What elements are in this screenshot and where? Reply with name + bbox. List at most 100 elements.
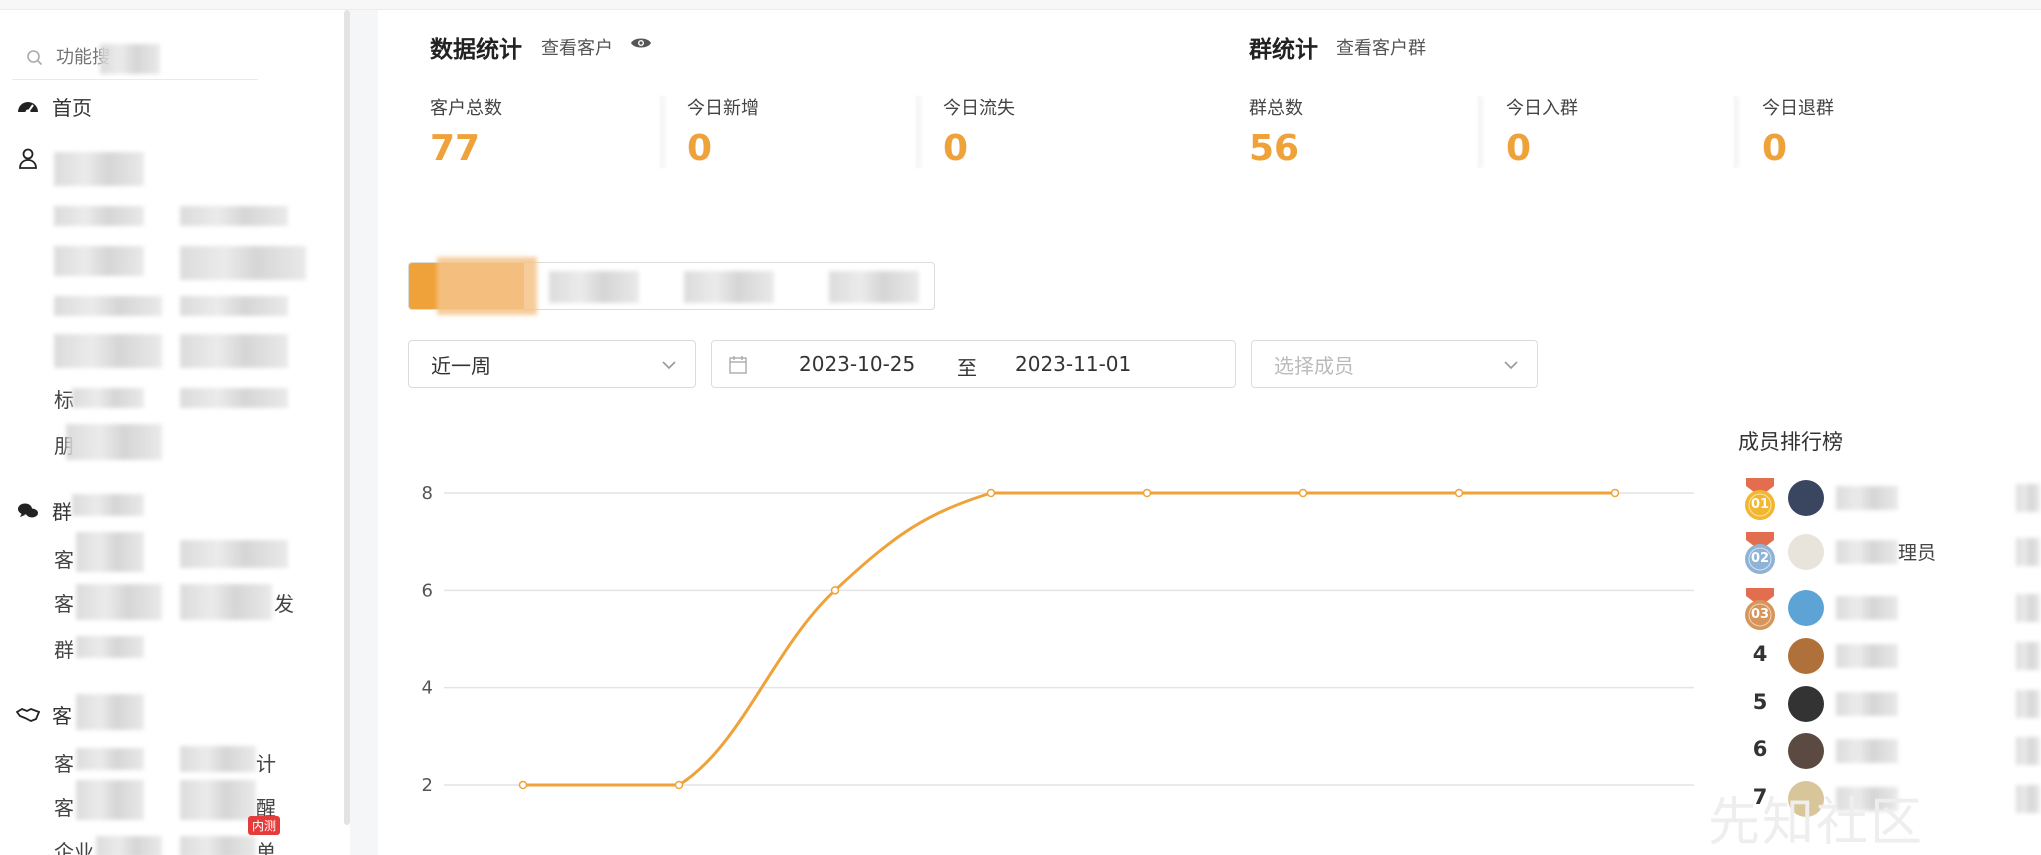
search-icon	[27, 49, 43, 65]
redacted-block	[1836, 540, 1898, 564]
sidebar-item-home[interactable]: 首页	[16, 92, 92, 121]
date-range-picker[interactable]: 2023-10-25 至 2023-11-01	[711, 340, 1236, 388]
sidebar-item-customer-mgmt[interactable]: 客	[16, 700, 72, 729]
stat-total-groups: 群总数 56	[1249, 94, 1303, 169]
data-point[interactable]	[1298, 488, 1308, 498]
stat-value: 77	[430, 128, 481, 169]
redacted-block	[76, 748, 144, 770]
redacted-block	[2016, 484, 2040, 512]
data-point[interactable]	[1610, 488, 1620, 498]
date-from[interactable]: 2023-10-25	[799, 352, 915, 376]
redacted-block	[66, 424, 162, 460]
data-point[interactable]	[674, 780, 684, 790]
ranking-row[interactable]: 6	[1740, 731, 2040, 771]
sidebar-item-label: 首页	[52, 96, 92, 120]
redacted-block	[180, 836, 256, 855]
avatar	[1788, 480, 1824, 516]
redacted-block	[180, 206, 288, 226]
redacted-block	[180, 584, 272, 620]
rank-number: 5	[1752, 690, 1768, 714]
member-select[interactable]: 选择成员	[1251, 340, 1538, 388]
date-to[interactable]: 2023-11-01	[1015, 352, 1131, 376]
redacted-block	[76, 532, 144, 572]
view-customers-link[interactable]: 查看客户	[541, 34, 613, 60]
stat-lost-today: 今日流失 0	[943, 94, 1015, 169]
data-point[interactable]	[1142, 488, 1152, 498]
redacted-block	[1836, 692, 1898, 716]
redacted-block	[180, 388, 288, 408]
handshake-icon	[16, 707, 40, 722]
stat-left-today: 今日退群 0	[1762, 94, 1834, 169]
member-name: 理员	[1898, 542, 1937, 564]
sidebar-sub-label: 单	[256, 840, 276, 855]
stat-label: 今日退群	[1762, 98, 1834, 119]
chevron-down-icon	[1504, 361, 1518, 370]
redacted-block	[1836, 644, 1898, 668]
redacted-block	[96, 836, 162, 855]
tab-item[interactable]	[549, 271, 639, 303]
ranking-row[interactable]: 01	[1740, 478, 2040, 520]
group-stats-title: 群统计	[1249, 37, 1318, 63]
rank-number: 6	[1752, 737, 1768, 761]
member-placeholder: 选择成员	[1274, 353, 1354, 378]
redacted-block	[54, 152, 144, 186]
sidebar-sub-label: 标	[54, 388, 74, 412]
tab-item[interactable]	[684, 271, 774, 303]
redacted-block	[2016, 690, 2040, 718]
data-point[interactable]	[1454, 488, 1464, 498]
redacted-block	[54, 246, 144, 276]
y-tick-label: 2	[422, 775, 433, 796]
redacted-block	[2016, 538, 2040, 566]
stat-joined-today: 今日入群 0	[1506, 94, 1578, 169]
sidebar-sub-label[interactable]: 客	[54, 588, 74, 617]
eye-icon[interactable]	[630, 35, 652, 51]
sidebar-item-group[interactable]: 群	[16, 496, 72, 525]
sidebar-sub-label[interactable]: 客	[54, 748, 74, 777]
sidebar-sub-label[interactable]: 企业	[54, 836, 94, 855]
ranking-row[interactable]: 02 理员	[1740, 532, 2040, 574]
redacted-block	[180, 780, 256, 820]
rank-label: 02	[1750, 551, 1770, 566]
data-point[interactable]	[518, 780, 528, 790]
ranking-row[interactable]: 5	[1740, 684, 2040, 724]
y-tick-label: 6	[422, 580, 433, 601]
tab-item[interactable]	[829, 271, 919, 303]
sidebar-sub-label[interactable]: 客	[54, 544, 74, 573]
line-chart: 2 4 6 8	[422, 483, 1694, 796]
divider	[1734, 96, 1740, 168]
stat-label: 客户总数	[430, 98, 502, 119]
user-icon	[19, 148, 37, 169]
redacted-block	[76, 780, 144, 820]
redacted-block	[72, 494, 144, 516]
data-point[interactable]	[830, 586, 840, 595]
stat-new-today: 今日新增 0	[687, 94, 759, 169]
avatar	[1788, 534, 1824, 570]
period-select[interactable]: 近一周	[408, 340, 696, 388]
redacted-block	[437, 257, 537, 315]
divider	[1478, 96, 1484, 168]
ranking-row[interactable]: 03	[1740, 588, 2040, 630]
sidebar-sub-label[interactable]: 客	[54, 792, 74, 821]
stat-value: 0	[1762, 128, 1788, 169]
ranking-title: 成员排行榜	[1738, 430, 1843, 454]
ranking-row[interactable]: 4	[1740, 636, 2040, 676]
sidebar-sub-label[interactable]: 群	[54, 634, 74, 663]
chat-icon	[18, 503, 38, 517]
rank-number: 4	[1752, 642, 1768, 666]
chart-tabs	[408, 257, 935, 315]
sidebar-item-customer[interactable]	[16, 146, 52, 170]
view-groups-link[interactable]: 查看客户群	[1336, 34, 1426, 60]
stat-label: 今日流失	[943, 98, 1015, 119]
sidebar-item-label: 群	[52, 500, 72, 524]
stat-value: 0	[943, 128, 969, 169]
redacted-block	[76, 694, 144, 730]
redacted-block	[1836, 596, 1898, 620]
data-point[interactable]	[986, 488, 996, 498]
redacted-block	[76, 584, 162, 620]
stat-label: 今日入群	[1506, 98, 1578, 119]
calendar-icon	[729, 356, 747, 374]
redacted-block	[2016, 594, 2040, 622]
y-tick-label: 8	[422, 483, 433, 504]
rank-label: 01	[1750, 497, 1770, 512]
rank-label: 03	[1750, 607, 1770, 622]
